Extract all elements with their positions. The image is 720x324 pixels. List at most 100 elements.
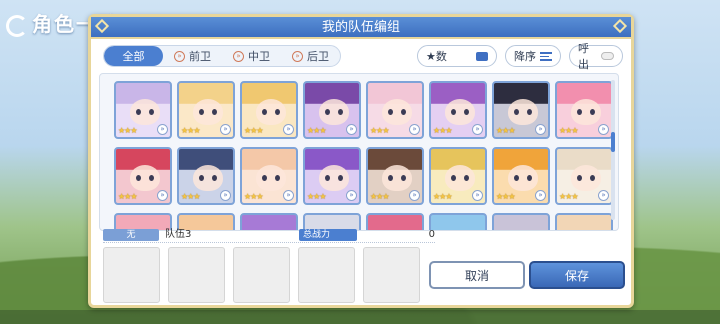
character-card[interactable]: ★★★ » xyxy=(555,81,613,139)
tab-label: 中卫 xyxy=(248,50,270,63)
team-name: 队伍3 xyxy=(165,229,192,240)
star-rating: ★★★ xyxy=(118,192,137,201)
position-chevron-icon: » xyxy=(535,190,546,201)
character-eye xyxy=(199,109,204,115)
roster-scrollbar[interactable] xyxy=(611,80,615,220)
team-badge: 无 xyxy=(103,229,159,241)
tab-middle[interactable]: » 中卫 xyxy=(222,46,281,66)
star-rating: ★★★ xyxy=(244,126,263,135)
character-eye xyxy=(401,175,406,181)
position-chevron-icon: » xyxy=(346,124,357,135)
position-chevron-icon: » xyxy=(283,124,294,135)
header-ornament-icon xyxy=(612,18,628,34)
summon-toggle-label: 呼出 xyxy=(578,42,589,71)
position-chevron-icon: » xyxy=(157,124,168,135)
tab-label: 全部 xyxy=(122,50,145,63)
save-button[interactable]: 保存 xyxy=(529,261,625,289)
position-chevron-icon: » xyxy=(472,190,483,201)
character-eye xyxy=(136,109,141,115)
position-chevron-icon: » xyxy=(472,124,483,135)
star-rating: ★★★ xyxy=(559,192,578,201)
tab-front[interactable]: » 前卫 xyxy=(163,46,222,66)
character-card[interactable]: ★★★ » xyxy=(177,81,235,139)
character-eye xyxy=(212,109,217,115)
character-eye xyxy=(514,175,519,181)
position-chevron-icon: » xyxy=(157,190,168,201)
character-eye xyxy=(577,175,582,181)
character-portrait xyxy=(319,165,349,191)
tab-back[interactable]: » 后卫 xyxy=(281,46,340,66)
character-eye xyxy=(149,109,154,115)
character-portrait xyxy=(571,99,601,125)
character-portrait xyxy=(256,165,286,191)
character-roster: ★★★ » ★★★ » ★★★ » ★★★ » ★★★ » ★★★ » ★★★ » ★★★ » ★★★ » ★★★ »… xyxy=(99,73,619,231)
character-portrait xyxy=(319,99,349,125)
swirl-icon xyxy=(6,14,28,37)
background-bottom-bar xyxy=(0,310,720,324)
character-card[interactable]: ★★★ » xyxy=(366,81,424,139)
position-chevron-icon: » xyxy=(283,190,294,201)
character-eye xyxy=(590,109,595,115)
character-card[interactable]: ★★★ » xyxy=(303,81,361,139)
character-portrait xyxy=(445,165,475,191)
character-card[interactable]: ★★★ » xyxy=(492,147,550,205)
character-portrait xyxy=(571,165,601,191)
character-card[interactable]: » xyxy=(555,213,613,230)
total-power-value: 0 xyxy=(428,229,435,240)
header-ornament-icon xyxy=(94,18,110,34)
character-card[interactable]: ★★★ » xyxy=(114,81,172,139)
character-card[interactable]: ★★★ » xyxy=(240,81,298,139)
character-eye xyxy=(275,109,280,115)
character-eye xyxy=(136,175,141,181)
roster-scroll-thumb[interactable] xyxy=(611,132,615,152)
position-chevron-icon: » xyxy=(409,124,420,135)
character-card[interactable]: ★★★ » xyxy=(240,147,298,205)
cancel-button[interactable]: 取消 xyxy=(429,261,525,289)
character-eye xyxy=(388,175,393,181)
character-eye xyxy=(262,109,267,115)
sort-order-button[interactable]: 降序 xyxy=(505,45,561,67)
sort-order-label: 降序 xyxy=(514,50,536,63)
character-card[interactable]: ★★★ » xyxy=(114,147,172,205)
position-chevron-icon: » xyxy=(220,190,231,201)
position-icon: » xyxy=(174,50,185,62)
total-power-label: 总战力 xyxy=(299,229,357,241)
star-rating: ★★★ xyxy=(370,126,389,135)
star-rating: ★★★ xyxy=(118,126,137,135)
dialog-title: 我的队伍编组 xyxy=(321,20,400,35)
character-portrait xyxy=(130,165,160,191)
position-chevron-icon: » xyxy=(598,124,609,135)
position-icon: » xyxy=(233,50,244,62)
character-card[interactable]: ★★★ » xyxy=(555,147,613,205)
sort-field-icon xyxy=(476,51,488,61)
tab-all[interactable]: 全部 xyxy=(104,46,163,66)
team-slot[interactable] xyxy=(233,247,290,303)
summon-toggle-button[interactable]: 呼出 xyxy=(569,42,623,71)
character-eye xyxy=(577,109,582,115)
star-rating: ★★★ xyxy=(181,126,200,135)
character-card[interactable]: ★★★ » xyxy=(177,147,235,205)
team-info-row: 无 队伍3 总战力 0 xyxy=(103,229,435,245)
character-eye xyxy=(590,175,595,181)
team-slot[interactable] xyxy=(168,247,225,303)
position-chevron-icon: » xyxy=(598,190,609,201)
team-slot[interactable] xyxy=(363,247,420,303)
character-card[interactable]: ★★★ » xyxy=(492,81,550,139)
team-slots xyxy=(103,247,420,303)
sort-field-button[interactable]: ★数 xyxy=(417,45,497,67)
character-portrait xyxy=(256,99,286,125)
character-eye xyxy=(451,109,456,115)
character-card[interactable]: ★★★ » xyxy=(429,147,487,205)
team-slot[interactable] xyxy=(298,247,355,303)
character-card[interactable]: ★★★ » xyxy=(366,147,424,205)
character-card[interactable]: ★★★ » xyxy=(303,147,361,205)
character-card[interactable]: ★★★ » xyxy=(429,81,487,139)
character-card[interactable]: » xyxy=(492,213,550,230)
sort-order-icon xyxy=(540,51,552,61)
character-eye xyxy=(464,109,469,115)
team-slot[interactable] xyxy=(103,247,160,303)
character-portrait xyxy=(130,99,160,125)
character-eye xyxy=(514,109,519,115)
star-rating: ★★★ xyxy=(307,126,326,135)
character-card[interactable]: » xyxy=(429,213,487,230)
